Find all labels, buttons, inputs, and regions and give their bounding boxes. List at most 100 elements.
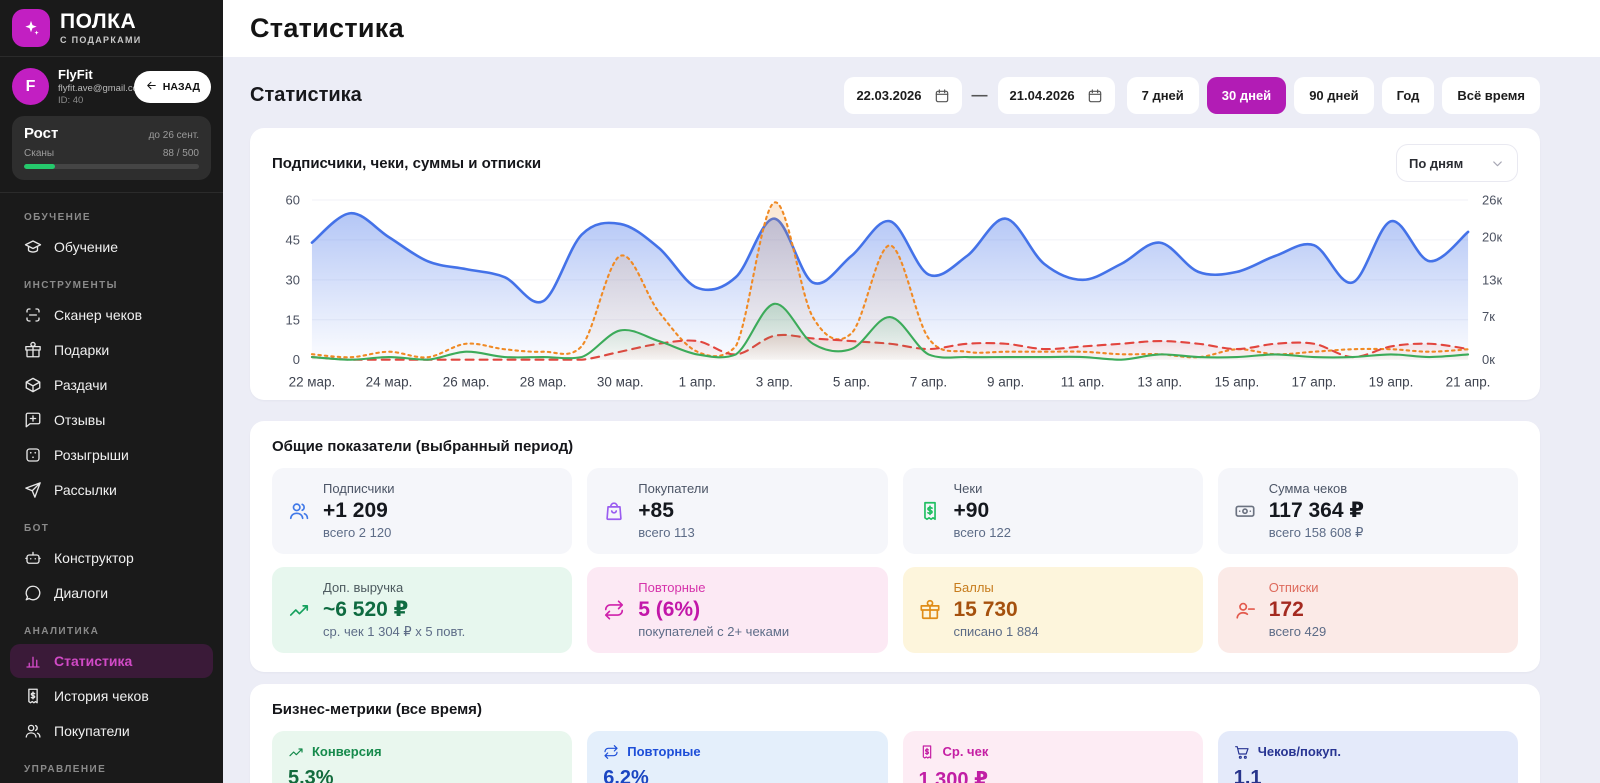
svg-text:19 апр.: 19 апр. [1369, 375, 1414, 390]
period-button-90-дней[interactable]: 90 дней [1294, 77, 1373, 114]
date-from-input[interactable]: 22.03.2026 [844, 77, 961, 114]
trend-up-icon [288, 599, 310, 621]
metric-card-чеки: Чеки +90 всего 122 [903, 468, 1203, 554]
metric-value: 5 (6%) [638, 597, 789, 622]
sidebar-item-статистика[interactable]: Статистика [10, 644, 213, 678]
sidebar-item-label: Рассылки [54, 482, 117, 498]
group-by-value: По дням [1409, 156, 1463, 171]
date-from-value: 22.03.2026 [856, 88, 921, 103]
svg-text:21 апр.: 21 апр. [1446, 375, 1491, 390]
svg-text:17 апр.: 17 апр. [1292, 375, 1337, 390]
sidebar-item-подарки[interactable]: Подарки [10, 333, 213, 367]
user-minus-icon [1234, 599, 1256, 621]
overview-row-1: Подписчики+1 209всего 2 120Покупатели+85… [272, 468, 1518, 554]
growth-plan-card[interactable]: Рост до 26 сент. Сканы 88 / 500 [12, 116, 211, 180]
svg-text:26к: 26к [1482, 192, 1502, 207]
overview-title: Общие показатели (выбранный период) [272, 438, 1518, 455]
metric-value: ~6 520 ₽ [323, 597, 465, 622]
graduation-cap-icon [24, 238, 42, 256]
sidebar-item-label: Покупатели [54, 723, 130, 739]
sidebar-item-обучение[interactable]: Обучение [10, 230, 213, 264]
page-title: Статистика [250, 13, 404, 44]
controls-row: Статистика 22.03.2026 — 21.04.2026 7 дне… [250, 77, 1540, 114]
sidebar-item-раздачи[interactable]: Раздачи [10, 368, 213, 402]
bar-chart-icon [24, 652, 42, 670]
group-by-select[interactable]: По дням [1396, 144, 1518, 182]
period-button-год[interactable]: Год [1382, 77, 1435, 114]
business-label: Ср. чек [943, 744, 989, 759]
metric-card-покупатели: Покупатели+85всего 113 [587, 468, 887, 554]
svg-text:45: 45 [286, 232, 300, 247]
users-icon [24, 722, 42, 740]
sidebar-item-розыгрыши[interactable]: Розыгрыши [10, 438, 213, 472]
date-to-input[interactable]: 21.04.2026 [998, 77, 1115, 114]
content: Статистика 22.03.2026 — 21.04.2026 7 дне… [223, 57, 1600, 783]
growth-metric-label: Сканы [24, 148, 54, 159]
metric-card-отписки: Отписки172всего 429 [1218, 567, 1518, 653]
metric-card-сумма-чеков: Сумма чеков117 364 ₽всего 158 608 ₽ [1218, 468, 1518, 554]
growth-progress-fill [24, 164, 55, 169]
metric-sub: всего 122 [954, 525, 1011, 540]
metric-value: 15 730 [954, 597, 1039, 622]
metric-card-баллы: Баллы15 730списано 1 884 [903, 567, 1203, 653]
sidebar-item-история-чеков[interactable]: История чеков [10, 679, 213, 713]
business-card-конверсия: Конверсия5.3%113 из 2120 [272, 731, 572, 783]
app-logo[interactable]: ПОЛКА С ПОДАРКАМИ [0, 0, 223, 57]
sidebar-item-покупатели[interactable]: Покупатели [10, 714, 213, 748]
svg-text:15: 15 [286, 312, 300, 327]
scan-icon [24, 306, 42, 324]
dice-icon [24, 446, 42, 464]
growth-plan-deadline: до 26 сент. [149, 130, 199, 141]
sidebar-item-label: Конструктор [54, 550, 134, 566]
period-buttons: 7 дней30 дней90 днейГодВсё время [1127, 77, 1540, 114]
sparkles-icon [12, 9, 50, 47]
period-button-30-дней[interactable]: 30 дней [1207, 77, 1286, 114]
business-value: 6.2% [603, 767, 871, 783]
growth-plan-title: Рост [24, 125, 58, 142]
svg-text:3 апр.: 3 апр. [756, 375, 793, 390]
svg-text:13 апр.: 13 апр. [1137, 375, 1182, 390]
main-area: Статистика Статистика 22.03.2026 — 21.04… [223, 0, 1600, 783]
nav-section-header: ОБУЧЕНИЕ [0, 197, 223, 229]
svg-text:5 апр.: 5 апр. [833, 375, 870, 390]
metric-sub: покупателей с 2+ чеками [638, 624, 789, 639]
business-section: Бизнес-метрики (все время) Конверсия5.3%… [250, 684, 1540, 783]
calendar-icon [1087, 88, 1103, 104]
sidebar-nav: ОБУЧЕНИЕОбучениеИНСТРУМЕНТЫСканер чековП… [0, 193, 223, 783]
overview-row-2: Доп. выручка~6 520 ₽ср. чек 1 304 ₽ x 5 … [272, 567, 1518, 653]
sidebar-item-рассылки[interactable]: Рассылки [10, 473, 213, 507]
metric-label: Чеки [954, 481, 1011, 496]
sidebar-item-отзывы[interactable]: Отзывы [10, 403, 213, 437]
statistics-chart: 0153045600к7к13к20к26к22 мар.24 мар.26 м… [272, 184, 1518, 396]
sidebar-item-label: Раздачи [54, 377, 107, 393]
sidebar-item-label: Статистика [54, 653, 132, 669]
arrow-left-icon [145, 79, 158, 95]
robot-icon [24, 549, 42, 567]
period-button-7-дней[interactable]: 7 дней [1127, 77, 1199, 114]
app-subtitle: С ПОДАРКАМИ [60, 35, 142, 45]
metric-label: Отписки [1269, 580, 1326, 595]
gift-icon [24, 341, 42, 359]
sidebar-item-конструктор[interactable]: Конструктор [10, 541, 213, 575]
svg-text:0: 0 [293, 352, 300, 367]
date-range-separator: — [972, 87, 988, 105]
chevron-down-icon [1490, 156, 1505, 171]
period-button-всё-время[interactable]: Всё время [1442, 77, 1540, 114]
business-label: Повторные [627, 744, 700, 759]
sidebar-item-label: Отзывы [54, 412, 105, 428]
sidebar-item-диалоги[interactable]: Диалоги [10, 576, 213, 610]
user-name: FlyFit [58, 67, 125, 82]
date-to-value: 21.04.2026 [1010, 88, 1075, 103]
metric-value: 117 364 ₽ [1269, 498, 1364, 523]
svg-text:60: 60 [286, 192, 300, 207]
metric-value: +90 [954, 498, 1011, 523]
sidebar-item-сканер-чеков[interactable]: Сканер чеков [10, 298, 213, 332]
nav-section-header: УПРАВЛЕНИЕ [0, 749, 223, 781]
back-button[interactable]: НАЗАД [134, 71, 211, 103]
svg-text:22 мар.: 22 мар. [289, 375, 336, 390]
chart-title: Подписчики, чеки, суммы и отписки [272, 155, 541, 172]
repeat-icon [603, 744, 619, 760]
sidebar-item-label: Розыгрыши [54, 447, 129, 463]
chart-card: Подписчики, чеки, суммы и отписки По дня… [250, 128, 1540, 400]
svg-text:1 апр.: 1 апр. [679, 375, 716, 390]
